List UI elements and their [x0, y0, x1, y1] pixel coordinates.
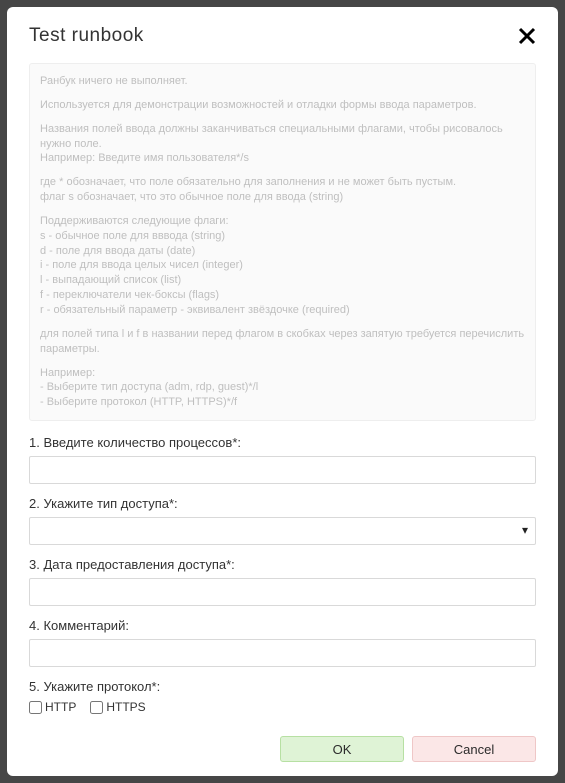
- ok-button[interactable]: OK: [280, 736, 404, 762]
- checkbox-item-https[interactable]: HTTPS: [90, 700, 145, 714]
- dialog-title: Test runbook: [29, 25, 144, 47]
- checkbox-label: HTTPS: [106, 700, 145, 714]
- field-process-count: 1. Введите количество процессов*:: [29, 435, 536, 484]
- dialog-footer: OK Cancel: [29, 736, 536, 762]
- checkbox-label: HTTP: [45, 700, 76, 714]
- description-box: Ранбук ничего не выполняет. Используется…: [29, 63, 536, 421]
- description-paragraph: где * обозначает, что поле обязательно д…: [40, 175, 525, 205]
- field-protocol: 5. Укажите протокол*: HTTP HTTPS: [29, 679, 536, 714]
- field-label: 5. Укажите протокол*:: [29, 679, 536, 694]
- dialog: Test runbook Ранбук ничего не выполняет.…: [7, 7, 558, 776]
- description-paragraph: Названия полей ввода должны заканчиватьс…: [40, 122, 525, 167]
- checkbox-row: HTTP HTTPS: [29, 700, 536, 714]
- checkbox-item-http[interactable]: HTTP: [29, 700, 76, 714]
- access-type-select[interactable]: [29, 517, 536, 545]
- description-paragraph: Используется для демонстрации возможност…: [40, 98, 525, 113]
- http-checkbox[interactable]: [29, 701, 42, 714]
- field-label: 3. Дата предоставления доступа*:: [29, 557, 536, 572]
- field-label: 4. Комментарий:: [29, 618, 536, 633]
- description-paragraph: для полей типа l и f в названии перед фл…: [40, 327, 525, 357]
- field-label: 1. Введите количество процессов*:: [29, 435, 536, 450]
- https-checkbox[interactable]: [90, 701, 103, 714]
- description-paragraph: Поддерживаются следующие флаги: s - обыч…: [40, 214, 525, 318]
- close-button[interactable]: [518, 25, 536, 45]
- close-icon: [518, 27, 536, 45]
- dialog-header: Test runbook: [29, 25, 536, 47]
- access-date-input[interactable]: [29, 578, 536, 606]
- field-label: 2. Укажите тип доступа*:: [29, 496, 536, 511]
- comment-input[interactable]: [29, 639, 536, 667]
- process-count-input[interactable]: [29, 456, 536, 484]
- field-access-type: 2. Укажите тип доступа*:: [29, 496, 536, 545]
- cancel-button[interactable]: Cancel: [412, 736, 536, 762]
- field-comment: 4. Комментарий:: [29, 618, 536, 667]
- field-access-date: 3. Дата предоставления доступа*:: [29, 557, 536, 606]
- description-paragraph: Например: - Выберите тип доступа (adm, r…: [40, 366, 525, 411]
- description-paragraph: Ранбук ничего не выполняет.: [40, 74, 525, 89]
- form: 1. Введите количество процессов*: 2. Ука…: [29, 435, 536, 730]
- select-wrap: [29, 517, 536, 545]
